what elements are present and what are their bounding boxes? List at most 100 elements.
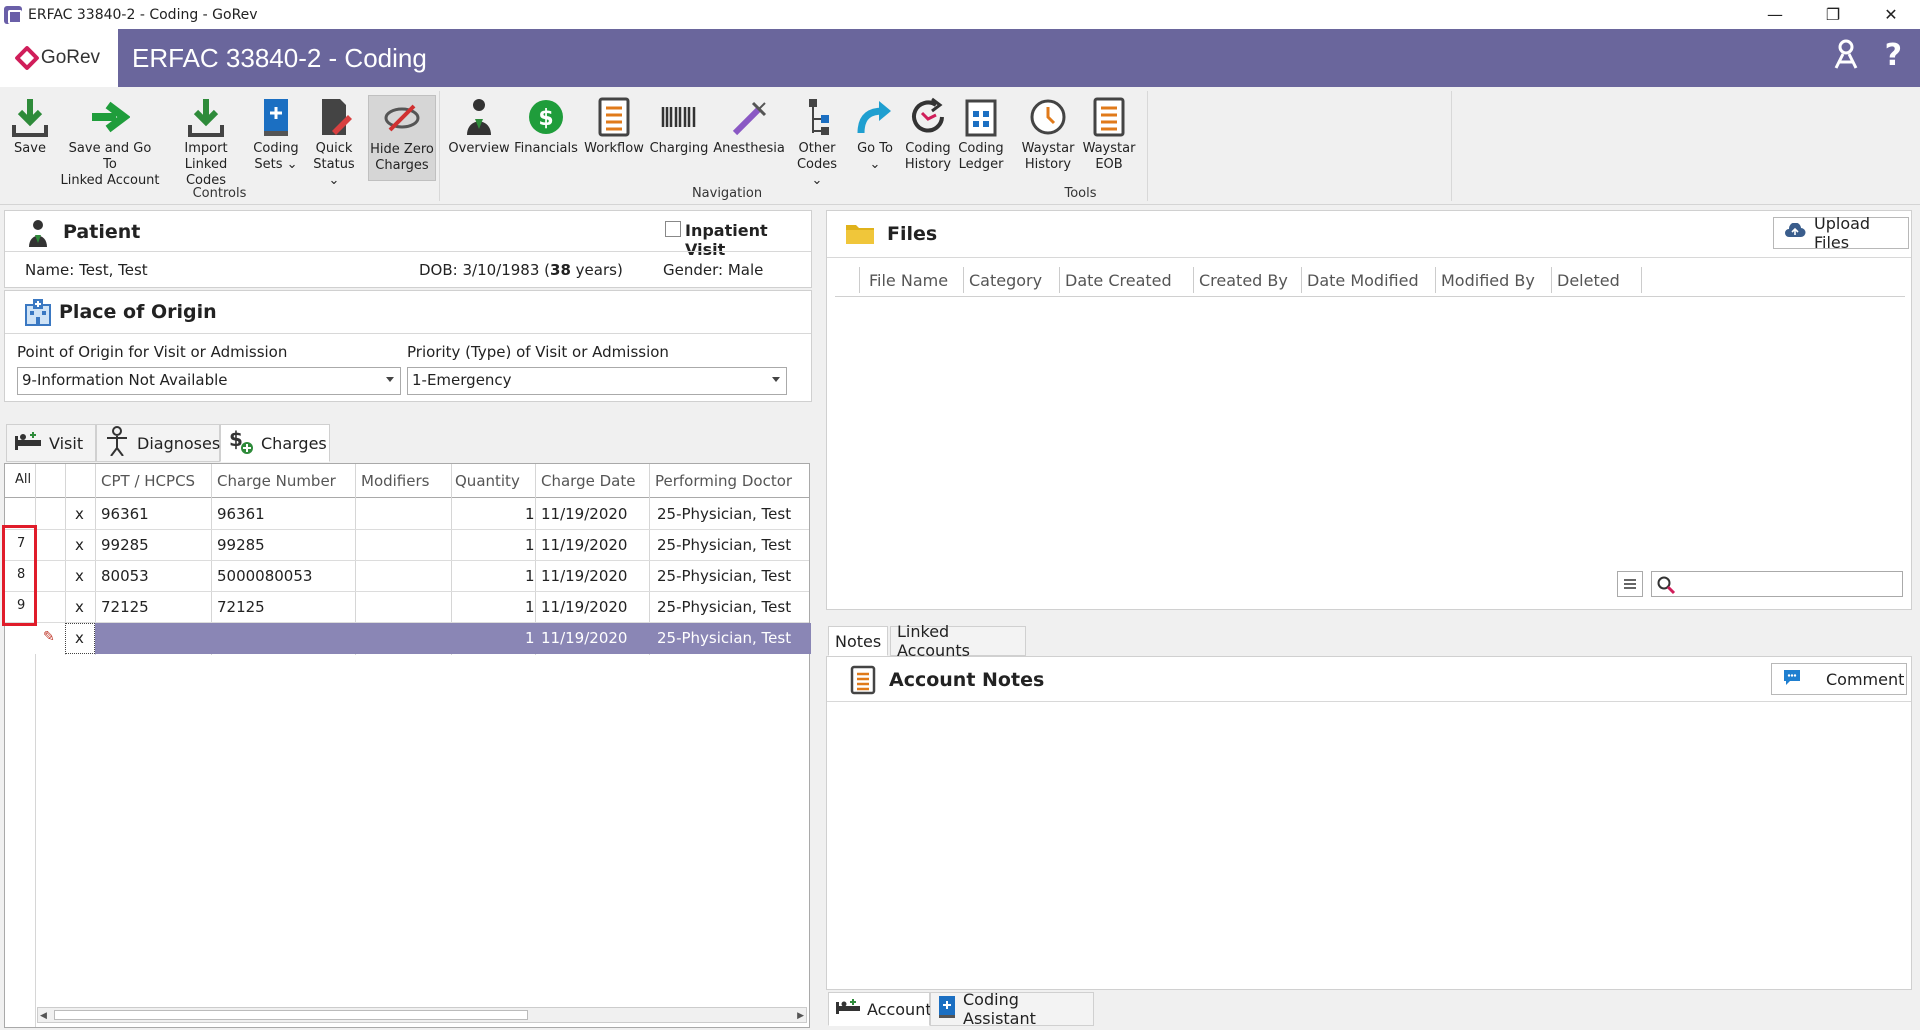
tab-linked-accounts[interactable]: Linked Accounts <box>890 622 1026 660</box>
anesthesia-button[interactable]: Anesthesia <box>712 95 786 181</box>
cell-performing-doctor[interactable]: 25-Physician, Test <box>657 598 791 616</box>
financials-button[interactable]: $ Financials <box>514 95 578 181</box>
cell-quantity[interactable]: 1 <box>525 629 535 647</box>
coding-sets-button[interactable]: Coding Sets ⌄ <box>252 95 300 181</box>
cell-charge-date[interactable]: 11/19/2020 <box>541 629 627 647</box>
upload-files-button[interactable]: Upload Files <box>1773 214 1909 252</box>
delete-row-button[interactable]: x <box>75 598 84 616</box>
header-quantity[interactable]: Quantity <box>455 472 520 490</box>
header-deleted[interactable]: Deleted <box>1557 271 1620 290</box>
header-date-created[interactable]: Date Created <box>1065 271 1172 290</box>
cell-charge-date[interactable]: 11/19/2020 <box>541 567 627 585</box>
select-all-button[interactable]: All <box>15 472 31 487</box>
header-file-name[interactable]: File Name <box>869 271 948 290</box>
header-performing-doctor[interactable]: Performing Doctor <box>655 472 792 490</box>
comment-button[interactable]: Comment <box>1771 663 1907 695</box>
header-charge-date[interactable]: Charge Date <box>541 472 635 490</box>
cell-quantity[interactable]: 1 <box>525 536 535 554</box>
header-cpt-hcpcs[interactable]: CPT / HCPCS <box>101 472 195 490</box>
overview-button[interactable]: Overview <box>448 95 510 181</box>
cell-quantity[interactable]: 1 <box>525 505 535 523</box>
help-icon[interactable]: ? <box>1885 38 1902 78</box>
cell-performing-doctor[interactable]: 25-Physician, Test <box>657 567 791 585</box>
gorev-logo[interactable]: GoRev <box>0 29 118 87</box>
minimize-button[interactable]: — <box>1746 0 1804 29</box>
header-modified-by[interactable]: Modified By <box>1441 271 1535 290</box>
cell-charge-date[interactable]: 11/19/2020 <box>541 598 627 616</box>
cell-charge-date[interactable]: 11/19/2020 <box>541 505 627 523</box>
menu-icon[interactable] <box>1617 571 1643 597</box>
table-row[interactable]: 7 x 99285 99285 1 11/19/2020 25-Physicia… <box>5 530 809 561</box>
cell-quantity[interactable]: 1 <box>525 567 535 585</box>
cell-cpt[interactable]: 96361 <box>101 505 149 523</box>
restore-button[interactable]: ❐ <box>1804 0 1862 29</box>
other-codes-button[interactable]: Other Codes ⌄ <box>790 95 844 188</box>
table-row[interactable]: 9 x 72125 72125 1 11/19/2020 25-Physicia… <box>5 592 809 623</box>
close-button[interactable]: ✕ <box>1862 0 1920 29</box>
cell-cpt[interactable]: 99285 <box>101 536 149 554</box>
header-modifiers[interactable]: Modifiers <box>361 472 429 490</box>
svg-text:$: $ <box>538 106 553 131</box>
workflow-button[interactable]: Workflow <box>582 95 646 181</box>
coding-ledger-button[interactable]: Coding Ledger <box>956 95 1006 181</box>
search-icon <box>1656 575 1676 599</box>
waystar-history-button[interactable]: Waystar History <box>1020 95 1076 181</box>
tab-notes[interactable]: Notes <box>828 626 888 656</box>
go-to-button[interactable]: Go To ⌄ <box>850 95 900 181</box>
user-icon[interactable] <box>1831 38 1861 78</box>
save-and-go-to-linked-account-button[interactable]: Save and Go To Linked Account <box>60 95 160 188</box>
cell-performing-doctor[interactable]: 25-Physician, Test <box>657 505 791 523</box>
delete-row-button[interactable]: x <box>75 629 84 647</box>
hide-zero-charges-button[interactable]: Hide Zero Charges <box>368 95 436 181</box>
cell-cpt[interactable]: 72125 <box>101 598 149 616</box>
eye-slash-icon <box>382 96 422 140</box>
charging-button[interactable]: Charging <box>648 95 710 181</box>
cell-quantity[interactable]: 1 <box>525 598 535 616</box>
table-row[interactable]: 8 x 80053 5000080053 1 11/19/2020 25-Phy… <box>5 561 809 592</box>
cloud-upload-icon <box>1784 222 1806 243</box>
cell-charge-number[interactable]: 72125 <box>217 598 265 616</box>
list-icon <box>594 95 634 139</box>
delete-row-button[interactable]: x <box>75 567 84 585</box>
priority-select[interactable]: 1-Emergency <box>407 367 787 395</box>
inpatient-visit-checkbox[interactable] <box>665 221 681 237</box>
tab-account[interactable]: Account <box>828 992 932 1026</box>
coding-history-button[interactable]: Coding History <box>904 95 952 181</box>
delete-row-button[interactable]: x <box>75 536 84 554</box>
import-linked-codes-button[interactable]: Import Linked Codes <box>166 95 246 188</box>
waystar-eob-button[interactable]: Waystar EOB <box>1082 95 1136 181</box>
cell-charge-date[interactable]: 11/19/2020 <box>541 536 627 554</box>
tab-diagnoses[interactable]: Diagnoses <box>96 424 220 462</box>
cell-performing-doctor[interactable]: 25-Physician, Test <box>657 629 791 647</box>
header-category[interactable]: Category <box>969 271 1042 290</box>
window-title: ERFAC 33840-2 - Coding - GoRev <box>28 6 258 23</box>
cell-charge-number[interactable]: 96361 <box>217 505 265 523</box>
dollar-plus-icon: $ <box>227 426 255 460</box>
cell-cpt[interactable]: 80053 <box>101 567 149 585</box>
scroll-left-icon[interactable]: ◀ <box>40 1011 47 1021</box>
files-search-input[interactable] <box>1651 571 1903 597</box>
delete-row-button[interactable]: x <box>75 505 84 523</box>
scroll-right-icon[interactable]: ▶ <box>797 1011 804 1021</box>
point-of-origin-select[interactable]: 9-Information Not Available <box>17 367 401 395</box>
header-created-by[interactable]: Created By <box>1199 271 1288 290</box>
cell-charge-number[interactable]: 99285 <box>217 536 265 554</box>
tab-charges[interactable]: $ Charges <box>220 424 330 462</box>
book-plus-icon <box>256 95 296 139</box>
cell-performing-doctor[interactable]: 25-Physician, Test <box>657 536 791 554</box>
tab-coding-assistant[interactable]: Coding Assistant <box>930 990 1094 1028</box>
tab-visit[interactable]: Visit <box>6 424 96 462</box>
bed-icon <box>835 998 861 1020</box>
cell-charge-number[interactable]: 5000080053 <box>217 567 312 585</box>
import-icon <box>186 95 226 139</box>
table-row-selected[interactable]: ✎ x 1 11/19/2020 25-Physician, Test <box>5 623 811 654</box>
scrollbar-thumb[interactable] <box>54 1010 528 1020</box>
group-label-controls: Controls <box>192 186 247 201</box>
save-button[interactable]: Save <box>8 95 52 181</box>
horizontal-scrollbar[interactable]: ◀ ▶ <box>37 1007 807 1023</box>
quick-status-button[interactable]: Quick Status ⌄ <box>306 95 362 188</box>
header-charge-number[interactable]: Charge Number <box>217 472 336 490</box>
header-date-modified[interactable]: Date Modified <box>1307 271 1419 290</box>
table-row[interactable]: x 96361 96361 1 11/19/2020 25-Physician,… <box>5 499 809 530</box>
person-icon <box>459 95 499 139</box>
